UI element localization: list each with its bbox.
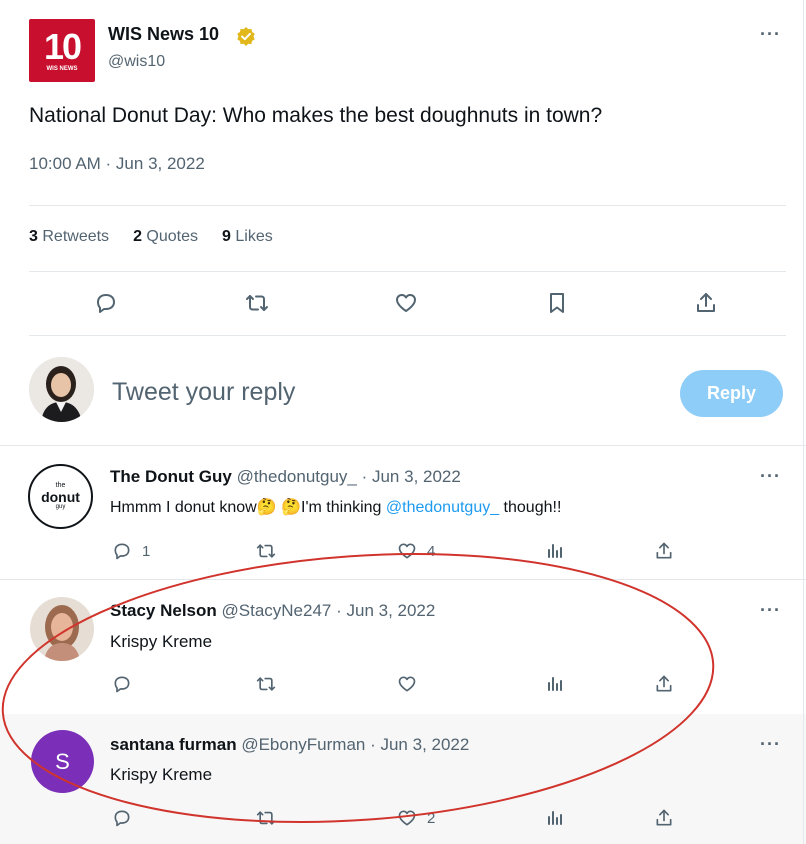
reply-item[interactable]: S santana furman @EbonyFurman · Jun 3, 2… — [0, 714, 806, 844]
analytics-icon — [548, 544, 562, 558]
divider — [29, 335, 786, 336]
views-action[interactable] — [546, 674, 564, 692]
reply-author-handle[interactable]: @StacyNe247 — [222, 601, 332, 620]
wis-logo-avatar[interactable]: 10 WIS NEWS — [29, 19, 95, 82]
reply-header: santana furman @EbonyFurman · Jun 3, 202… — [110, 735, 469, 755]
share-action[interactable] — [654, 674, 674, 694]
like-icon — [398, 543, 416, 559]
author-name[interactable]: WIS News 10 — [108, 24, 219, 45]
share-action[interactable] — [654, 808, 674, 828]
stacy-avatar[interactable] — [30, 597, 94, 661]
retweet-icon — [256, 811, 276, 825]
reply-header: Stacy Nelson @StacyNe247 · Jun 3, 2022 — [110, 601, 435, 621]
like-count: 4 — [427, 542, 436, 560]
reply-item[interactable]: Stacy Nelson @StacyNe247 · Jun 3, 2022 ·… — [0, 580, 806, 714]
views-action[interactable] — [546, 541, 564, 559]
retweet-icon — [256, 677, 276, 691]
retweet-action[interactable] — [255, 808, 277, 828]
views-action[interactable] — [546, 808, 564, 826]
retweets-label: Retweets — [42, 228, 110, 245]
analytics-icon — [548, 811, 562, 825]
like-count: 2 — [427, 809, 436, 827]
timeline-border — [803, 0, 804, 844]
reply-button[interactable]: Reply — [680, 370, 783, 417]
reply-text: Hmmm I donut know🤔 🤔I'm thinking @thedon… — [110, 497, 561, 517]
like-action[interactable]: 4 — [397, 541, 435, 561]
verified-badge-icon — [236, 26, 256, 46]
mention-link[interactable]: @thedonutguy_ — [386, 499, 499, 516]
more-options-icon[interactable]: ··· — [760, 466, 781, 487]
retweet-action[interactable] — [255, 674, 277, 694]
reply-date[interactable]: · Jun 3, 2022 — [336, 601, 435, 620]
share-icon — [656, 675, 672, 692]
retweet-action[interactable] — [255, 541, 277, 561]
logo-subtext: WIS NEWS — [46, 65, 78, 72]
like-icon — [398, 676, 416, 692]
tweet-stats: 3 Retweets 2 Quotes 9 Likes — [29, 228, 273, 246]
divider — [29, 205, 786, 206]
retweets-count: 3 — [29, 228, 38, 245]
share-icon[interactable] — [694, 291, 718, 315]
share-action[interactable] — [654, 541, 674, 561]
reply-item[interactable]: the donut guy The Donut Guy @thedonutguy… — [0, 446, 806, 579]
reply-icon — [114, 676, 130, 693]
reply-text: Krispy Kreme — [110, 632, 213, 651]
reply-count: 1 — [142, 542, 151, 560]
user-avatar[interactable] — [29, 357, 94, 422]
author-handle[interactable]: @wis10 — [108, 53, 165, 71]
retweet-icon[interactable] — [244, 291, 270, 315]
share-icon — [656, 809, 672, 826]
share-icon — [656, 542, 672, 559]
reply-input[interactable]: Tweet your reply — [112, 378, 652, 407]
reply-date[interactable]: · Jun 3, 2022 — [370, 735, 469, 754]
reply-author-handle[interactable]: @EbonyFurman — [241, 735, 365, 754]
like-icon[interactable] — [394, 291, 418, 315]
donut-guy-avatar[interactable]: the donut guy — [28, 464, 93, 529]
avatar-bottom-text: guy — [55, 504, 66, 510]
quotes-count: 2 — [133, 228, 142, 245]
likes-stat[interactable]: 9 Likes — [222, 228, 273, 246]
reply-text-part: Hmmm I donut know — [110, 499, 257, 516]
thinking-emoji: 🤔 🤔 — [256, 499, 302, 516]
reply-icon[interactable] — [94, 291, 118, 315]
tweet-timestamp[interactable]: 10:00 AM · Jun 3, 2022 — [29, 154, 205, 174]
reply-text-part: I'm thinking — [301, 499, 386, 516]
like-icon — [398, 810, 416, 826]
reply-action[interactable]: 1 — [112, 541, 150, 561]
logo-number: 10 — [43, 25, 82, 67]
likes-count: 9 — [222, 228, 231, 245]
reply-text: Krispy Kreme — [110, 765, 213, 784]
reply-author-name[interactable]: Stacy Nelson — [110, 601, 217, 620]
likes-label: Likes — [235, 228, 273, 245]
analytics-icon — [548, 677, 562, 691]
divider — [29, 271, 786, 272]
reply-text-part: though!! — [499, 499, 562, 516]
reply-author-name[interactable]: santana furman — [110, 735, 237, 754]
bookmark-icon[interactable] — [545, 291, 569, 315]
like-action[interactable]: 2 — [397, 808, 435, 828]
retweet-icon — [256, 544, 276, 558]
more-options-icon[interactable]: ··· — [760, 734, 781, 755]
more-options-icon[interactable]: ··· — [760, 24, 781, 45]
avatar-main-text: donut — [41, 489, 80, 505]
retweets-stat[interactable]: 3 Retweets — [29, 228, 109, 246]
tweet-text: National Donut Day: Who makes the best d… — [29, 104, 603, 127]
santana-avatar[interactable]: S — [31, 730, 94, 793]
reply-author-name[interactable]: The Donut Guy — [110, 467, 232, 486]
reply-date[interactable]: · Jun 3, 2022 — [362, 467, 461, 486]
quotes-label: Quotes — [146, 228, 199, 245]
like-action[interactable] — [397, 674, 417, 694]
reply-header: The Donut Guy @thedonutguy_ · Jun 3, 202… — [110, 467, 461, 487]
reply-action[interactable] — [112, 674, 132, 694]
more-options-icon[interactable]: ··· — [760, 600, 781, 621]
reply-author-handle[interactable]: @thedonutguy_ — [237, 467, 357, 486]
reply-action[interactable] — [112, 808, 132, 828]
quotes-stat[interactable]: 2 Quotes — [133, 228, 198, 246]
reply-icon — [114, 543, 130, 560]
avatar-letter: S — [55, 748, 70, 774]
reply-icon — [114, 810, 130, 827]
